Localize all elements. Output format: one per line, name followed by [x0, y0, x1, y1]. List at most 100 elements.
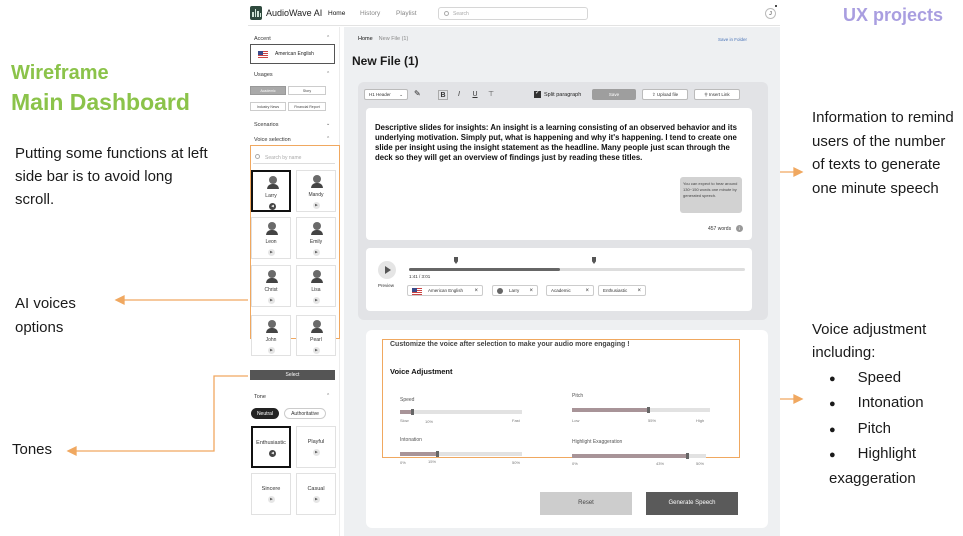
progress-fill	[409, 268, 561, 271]
slider-tick: 55%	[648, 418, 657, 423]
play-icon[interactable]: ▶	[313, 202, 320, 209]
play-icon[interactable]: ▶	[313, 297, 320, 304]
split-paragraph-checkbox[interactable]	[534, 89, 541, 98]
avatar-icon	[311, 270, 323, 283]
intonation-slider[interactable]	[400, 451, 522, 457]
play-icon[interactable]: ▶	[268, 297, 275, 304]
select-button[interactable]: Select	[250, 370, 335, 380]
chevron-up-icon[interactable]: ⌃	[326, 35, 330, 41]
slider-thumb[interactable]	[646, 407, 650, 413]
highlight-slider[interactable]	[572, 453, 706, 459]
avatar[interactable]: J	[765, 8, 776, 19]
breadcrumb-home[interactable]: Home	[358, 36, 373, 42]
generate-speech-button[interactable]: Generate Speech	[646, 492, 738, 515]
voice-card-pearl[interactable]: Pearl ▶	[296, 315, 336, 356]
scenarios-label: Scenarios	[254, 122, 279, 128]
slider-fill	[400, 452, 437, 456]
accent-label: Accent	[254, 36, 271, 42]
avatar-icon	[311, 175, 323, 188]
save-in-folder-link[interactable]: Save in Folder	[718, 37, 747, 42]
accent-select[interactable]: American English	[250, 44, 335, 64]
play-icon[interactable]: ▶	[268, 347, 275, 354]
nav-home[interactable]: Home	[328, 10, 345, 17]
tone-label: Tone	[254, 394, 266, 400]
marker-icon[interactable]	[454, 257, 458, 264]
pitch-slider[interactable]	[572, 407, 710, 413]
slider-tick: Slow	[400, 418, 409, 423]
tag-voice: Larry ×	[492, 285, 538, 296]
voice-card-larry[interactable]: Larry ◀	[251, 170, 291, 212]
brand-name: AudioWave AI	[266, 8, 323, 18]
chevron-down-icon[interactable]: ⌄	[326, 121, 330, 127]
audiowave-logo-icon	[250, 6, 262, 20]
tone-card-enthusiastic[interactable]: Enthusiastic ◀	[251, 426, 291, 468]
voice-card-mandy[interactable]: Mandy ▶	[296, 170, 336, 212]
slider-tick: 43%	[656, 461, 665, 466]
chevron-up-icon[interactable]: ⌃	[326, 136, 330, 142]
chevron-up-icon[interactable]: ⌃	[326, 393, 330, 399]
slider-thumb[interactable]	[686, 453, 690, 459]
sound-icon[interactable]: ◀	[269, 450, 276, 457]
voice-card-leon[interactable]: Leon ▶	[251, 217, 291, 259]
voice-card-emily[interactable]: Emily ▶	[296, 217, 336, 259]
info-icon[interactable]: i	[736, 225, 743, 232]
avatar-icon	[267, 176, 279, 189]
slider-tick: 50%	[512, 460, 521, 465]
top-bar: AudioWave AI Home History Playlist Searc…	[248, 0, 780, 26]
insert-link-button[interactable]: ⚲ Insert Link	[694, 89, 740, 100]
close-icon[interactable]: ×	[474, 286, 478, 296]
sound-icon[interactable]: ◀	[269, 203, 276, 210]
tone-pill-neutral[interactable]: Neutral	[251, 408, 279, 419]
play-icon[interactable]: ▶	[313, 449, 320, 456]
voice-card-lisa[interactable]: Lisa ▶	[296, 265, 336, 307]
text-format-icon[interactable]: ⊤	[486, 90, 496, 100]
voice-card-christ[interactable]: Christ ▶	[251, 265, 291, 307]
save-button[interactable]: Save	[592, 89, 636, 100]
reset-button[interactable]: Reset	[540, 492, 632, 515]
italic-icon[interactable]: I	[454, 90, 464, 100]
tone-card-sincere[interactable]: Sincere ▶	[251, 473, 291, 515]
usage-chip-story[interactable]: Story	[288, 86, 326, 95]
close-icon[interactable]: ×	[637, 286, 641, 296]
search-input[interactable]: Search	[438, 7, 588, 20]
marker-icon[interactable]	[592, 257, 596, 264]
play-icon[interactable]	[378, 261, 396, 279]
bold-icon[interactable]: B	[438, 90, 448, 100]
speed-label: Speed	[400, 397, 415, 403]
slider-thumb[interactable]	[411, 409, 415, 415]
tone-card-playful[interactable]: Playful ▶	[296, 426, 336, 468]
word-count: 457 words	[708, 226, 732, 232]
text-editor[interactable]: Descriptive slides for insights: An insi…	[366, 108, 752, 240]
play-icon[interactable]: ▶	[313, 496, 320, 503]
slider-tick: Low	[572, 418, 580, 423]
nav-history[interactable]: History	[360, 10, 380, 17]
play-icon[interactable]: ▶	[313, 249, 320, 256]
close-icon[interactable]: ×	[529, 286, 533, 296]
us-flag-icon	[258, 51, 268, 58]
intonation-label: Intonation	[400, 437, 422, 443]
tone-card-casual[interactable]: Casual ▶	[296, 473, 336, 515]
play-icon[interactable]: ▶	[268, 496, 275, 503]
highlighter-icon[interactable]: ✎	[414, 89, 421, 98]
slider-tick: 50%	[696, 461, 705, 466]
avatar-icon	[311, 222, 323, 235]
upload-file-button[interactable]: ⇪ Upload file	[642, 89, 688, 100]
chevron-down-icon: ⌄	[399, 92, 403, 97]
close-icon[interactable]: ×	[585, 286, 589, 296]
progress-track[interactable]	[409, 257, 745, 271]
underline-icon[interactable]: U	[470, 90, 480, 100]
play-icon[interactable]: ▶	[313, 347, 320, 354]
voice-card-john[interactable]: John ▶	[251, 315, 291, 356]
slider-thumb[interactable]	[435, 451, 439, 457]
chevron-up-icon[interactable]: ⌃	[326, 71, 330, 77]
header-select[interactable]: H1 Header ⌄	[364, 89, 408, 100]
usage-chip-financial-report[interactable]: Financial Report	[288, 102, 326, 111]
main-content: Home New File (1) Save in Folder New File…	[344, 27, 780, 536]
play-icon[interactable]: ▶	[268, 249, 275, 256]
usage-chip-academic[interactable]: Academic	[250, 86, 286, 95]
tone-pill-authoritative[interactable]: Authoritative	[284, 408, 326, 419]
usage-chip-industry-news[interactable]: Industry News	[250, 102, 286, 111]
nav-playlist[interactable]: Playlist	[396, 10, 417, 17]
speed-slider[interactable]	[400, 409, 522, 415]
slider-tick: 15%	[428, 459, 437, 464]
